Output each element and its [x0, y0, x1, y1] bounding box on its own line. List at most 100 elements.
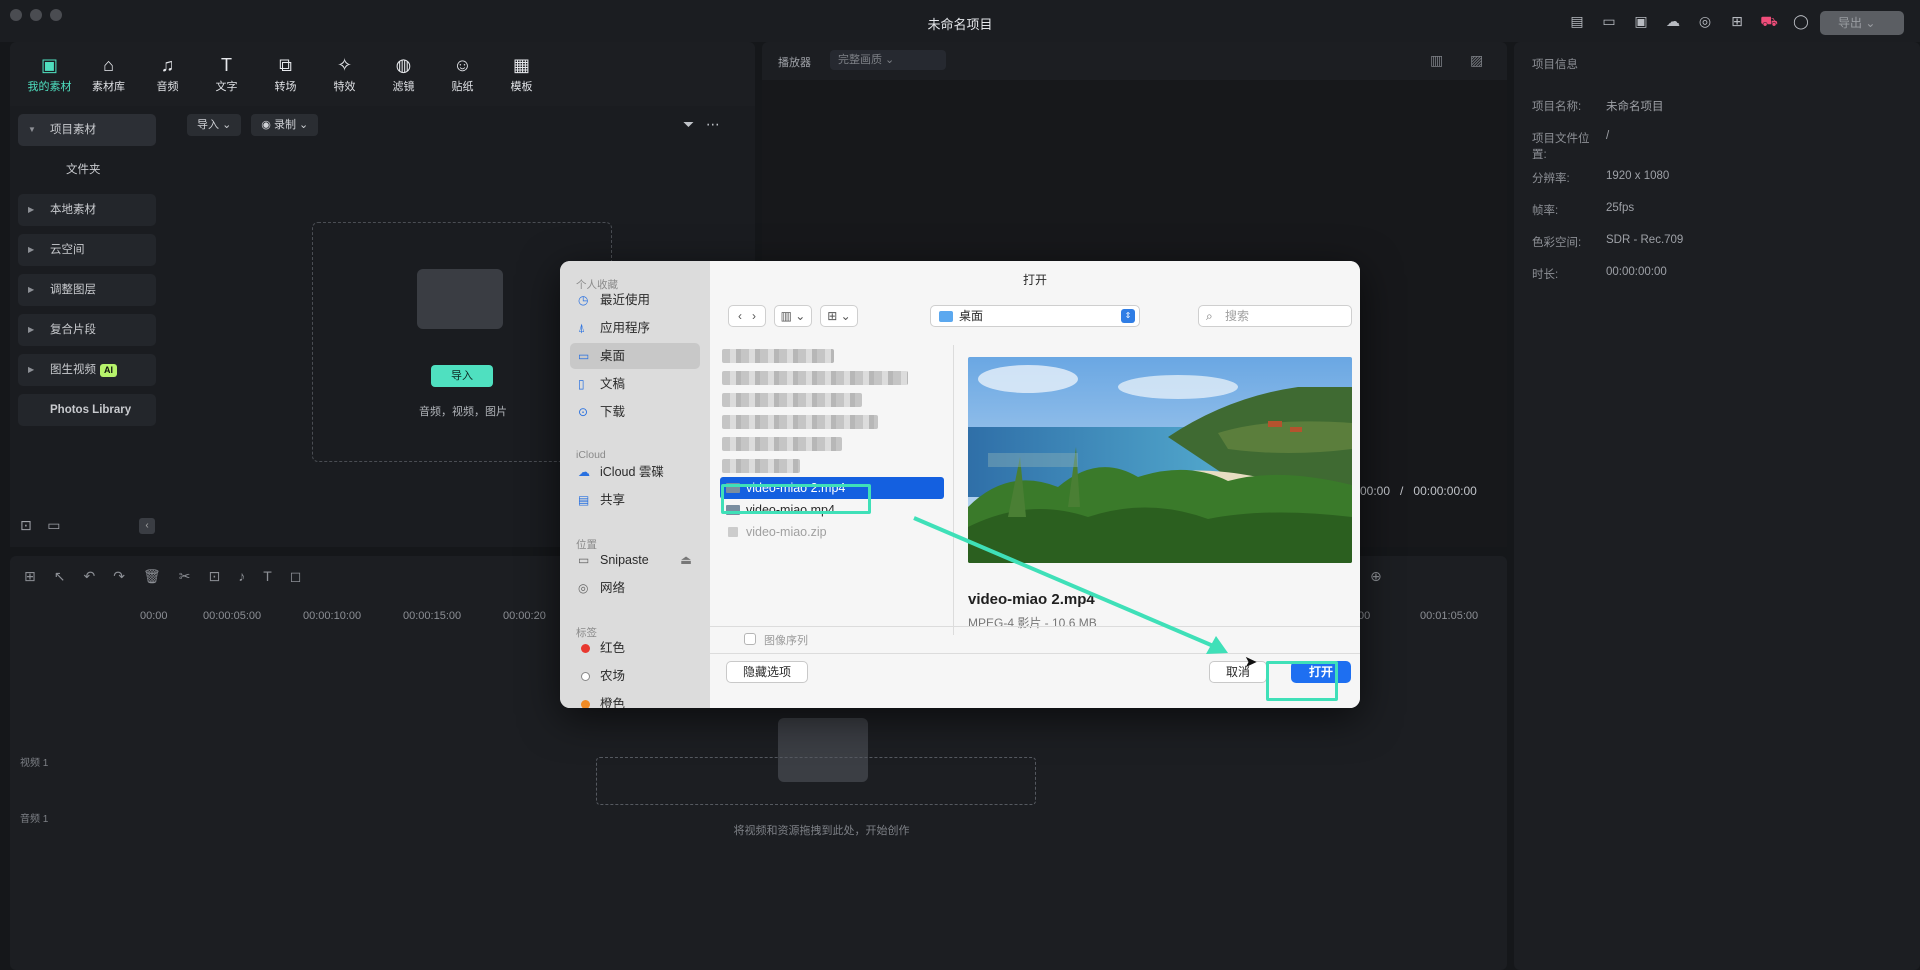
sidebar-item-project-media[interactable]: ▼ 项目素材 [18, 114, 156, 146]
tab-templates[interactable]: ▦ 模板 [492, 52, 551, 94]
redo-icon[interactable]: ↷ [113, 568, 143, 584]
folder-icon[interactable]: ▭ [47, 517, 60, 533]
tab-filters[interactable]: ◍ 滤镜 [374, 52, 433, 94]
sidebar-item-cloud[interactable]: ▶ 云空间 [18, 234, 156, 266]
cloud-upload-icon[interactable]: ☁ [1664, 12, 1682, 30]
sidebar-item-local-media[interactable]: ▶ 本地素材 [18, 194, 156, 226]
more-icon[interactable]: ⋯ [706, 116, 720, 132]
layout-toggle-icon[interactable]: ▥ [1430, 52, 1443, 69]
grid-icon[interactable]: ⊞ [24, 568, 54, 584]
media-manager-icon[interactable]: ▤ [1568, 12, 1586, 30]
sidebar-item-adjustment-layer[interactable]: ▶ 调整图层 [18, 274, 156, 306]
sidebar-item-icloud-drive[interactable]: ☁ iCloud 雲碟 [570, 459, 700, 485]
delete-icon[interactable]: 🗑 [143, 568, 179, 584]
group-button[interactable]: ⊞ ⌄ [820, 305, 858, 327]
filter-funnel-icon[interactable]: ⏷ [683, 116, 694, 132]
info-value: / [1606, 130, 1610, 142]
tab-audio[interactable]: ♫ 音频 [138, 52, 197, 94]
account-icon[interactable]: ◯ [1792, 12, 1810, 30]
ai-badge: AI [100, 364, 117, 377]
item-label: 最近使用 [600, 293, 651, 307]
sidebar-item-network[interactable]: ◎ 网络 [570, 575, 700, 601]
search-field[interactable]: ⌕ 搜索 [1198, 305, 1352, 327]
blurred-file-row[interactable] [722, 459, 800, 473]
caret-right-icon: ▶ [28, 285, 35, 294]
tag-orange[interactable]: 橙色 [570, 691, 700, 708]
store-icon: ⌂ [103, 55, 114, 75]
item-label: 共享 [600, 493, 626, 507]
zoom-in-icon[interactable]: ⊕ [1370, 568, 1382, 585]
preview-file-meta: MPEG-4 影片 - 10.6 MB [968, 616, 1097, 630]
save-icon[interactable]: ▣ [1632, 12, 1650, 30]
sidebar-item-documents[interactable]: ▯ 文稿 [570, 371, 700, 397]
undo-icon[interactable]: ↶ [83, 568, 113, 584]
view-columns-button[interactable]: ▥ ⌄ [774, 305, 812, 327]
layout-icon[interactable]: ▭ [1600, 12, 1618, 30]
tab-stickers[interactable]: ☺ 贴纸 [433, 52, 492, 94]
new-folder-icon[interactable]: ⊡ [20, 517, 32, 533]
mask-icon[interactable]: ◻ [290, 568, 320, 584]
sidebar-item-photos-library[interactable]: Photos Library [18, 394, 156, 426]
info-key: 分辨率: [1532, 173, 1570, 185]
import-dropdown[interactable]: 导入 ⌄ [187, 114, 242, 136]
video-track-label: 视频 1 [20, 758, 49, 769]
tab-effects[interactable]: ✧ 特效 [315, 52, 374, 94]
blurred-file-row[interactable] [722, 415, 878, 429]
item-label: 农场 [600, 669, 626, 683]
document-icon: ▯ [578, 377, 585, 391]
audio-tool-icon[interactable]: ♪ [238, 568, 263, 584]
import-button[interactable]: 导入 [431, 365, 493, 387]
sidebar-item-recents[interactable]: ◷ 最近使用 [570, 287, 700, 313]
back-forward-buttons[interactable]: ‹ › [728, 305, 766, 327]
sidebar-item-downloads[interactable]: ⊙ 下载 [570, 399, 700, 425]
tab-stock-library[interactable]: ⌂ 素材库 [79, 52, 138, 94]
support-headset-icon[interactable]: ◎ [1696, 12, 1714, 30]
cart-icon[interactable]: ⛟ [1760, 12, 1778, 30]
back-icon[interactable]: ‹ [738, 309, 742, 323]
scopes-icon[interactable]: ▨ [1470, 52, 1483, 69]
forward-icon[interactable]: › [752, 309, 756, 323]
grid-view-icon: ⊞ [827, 309, 838, 323]
grid-apps-icon[interactable]: ⊞ [1728, 12, 1746, 30]
sidebar-item-image-to-video[interactable]: ▶ 图生视频 AI [18, 354, 156, 386]
sidebar-item-snipaste[interactable]: ▭ Snipaste ⏏ [570, 547, 700, 573]
collapse-sidebar-icon[interactable]: ‹ [139, 518, 155, 534]
sidebar-item-folder[interactable]: 文件夹 [18, 154, 156, 186]
eject-icon[interactable]: ⏏ [680, 547, 692, 573]
sidebar-item-compound-clip[interactable]: ▶ 复合片段 [18, 314, 156, 346]
text-tool-icon[interactable]: T [263, 568, 290, 584]
tab-label: 滤镜 [392, 81, 415, 93]
info-key: 项目名称: [1532, 101, 1582, 113]
export-button[interactable]: 导出 ⌄ [1820, 11, 1904, 35]
select-tool-icon[interactable]: ↖ [54, 568, 84, 584]
sidebar-item-shared[interactable]: ▤ 共享 [570, 487, 700, 513]
info-value: 未命名项目 [1606, 101, 1664, 113]
blurred-file-row[interactable] [722, 349, 834, 363]
tab-text[interactable]: T 文字 [197, 52, 256, 94]
sidebar-item-desktop[interactable]: ▭ 桌面 [570, 343, 700, 369]
tag-red[interactable]: 红色 [570, 635, 700, 661]
timeline-hint: 将视频和资源拖拽到此处，开始创作 [733, 825, 910, 837]
location-value: 桌面 [959, 309, 984, 323]
open-file-dialog: 个人收藏 ◷ 最近使用 ⍋ 应用程序 ▭ 桌面 ▯ 文稿 ⊙ 下载 iCloud ☁ iCl… [560, 261, 1360, 708]
timeline-drop-zone[interactable] [596, 757, 1036, 805]
location-select[interactable]: 桌面 ⇕ [930, 305, 1140, 327]
image-sequence-option[interactable]: 图像序列 [744, 632, 808, 648]
image-sequence-checkbox[interactable] [744, 633, 756, 645]
tag-farm[interactable]: 农场 [570, 663, 700, 689]
quality-select[interactable]: 完整画质 ⌄ [830, 50, 946, 70]
cancel-button[interactable]: 取消 [1209, 661, 1267, 683]
hide-options-button[interactable]: 隐藏选项 [726, 661, 808, 683]
tab-my-media[interactable]: ▣ 我的素材 [20, 52, 79, 94]
record-dropdown[interactable]: ◉ 录制 ⌄ [251, 114, 319, 136]
sidebar-item-applications[interactable]: ⍋ 应用程序 [570, 315, 700, 341]
blurred-file-row[interactable] [722, 371, 908, 385]
info-value: 00:00:00:00 [1606, 266, 1667, 278]
tab-transition[interactable]: ⧉ 转场 [256, 52, 315, 94]
blurred-file-row[interactable] [722, 437, 842, 451]
crop-icon[interactable]: ⊡ [208, 568, 238, 584]
sidebar-item-label: 复合片段 [50, 324, 96, 336]
blurred-file-row[interactable] [722, 393, 862, 407]
split-icon[interactable]: ✂ [179, 568, 209, 584]
file-row-video-miao-zip[interactable]: video-miao.zip [720, 521, 944, 543]
